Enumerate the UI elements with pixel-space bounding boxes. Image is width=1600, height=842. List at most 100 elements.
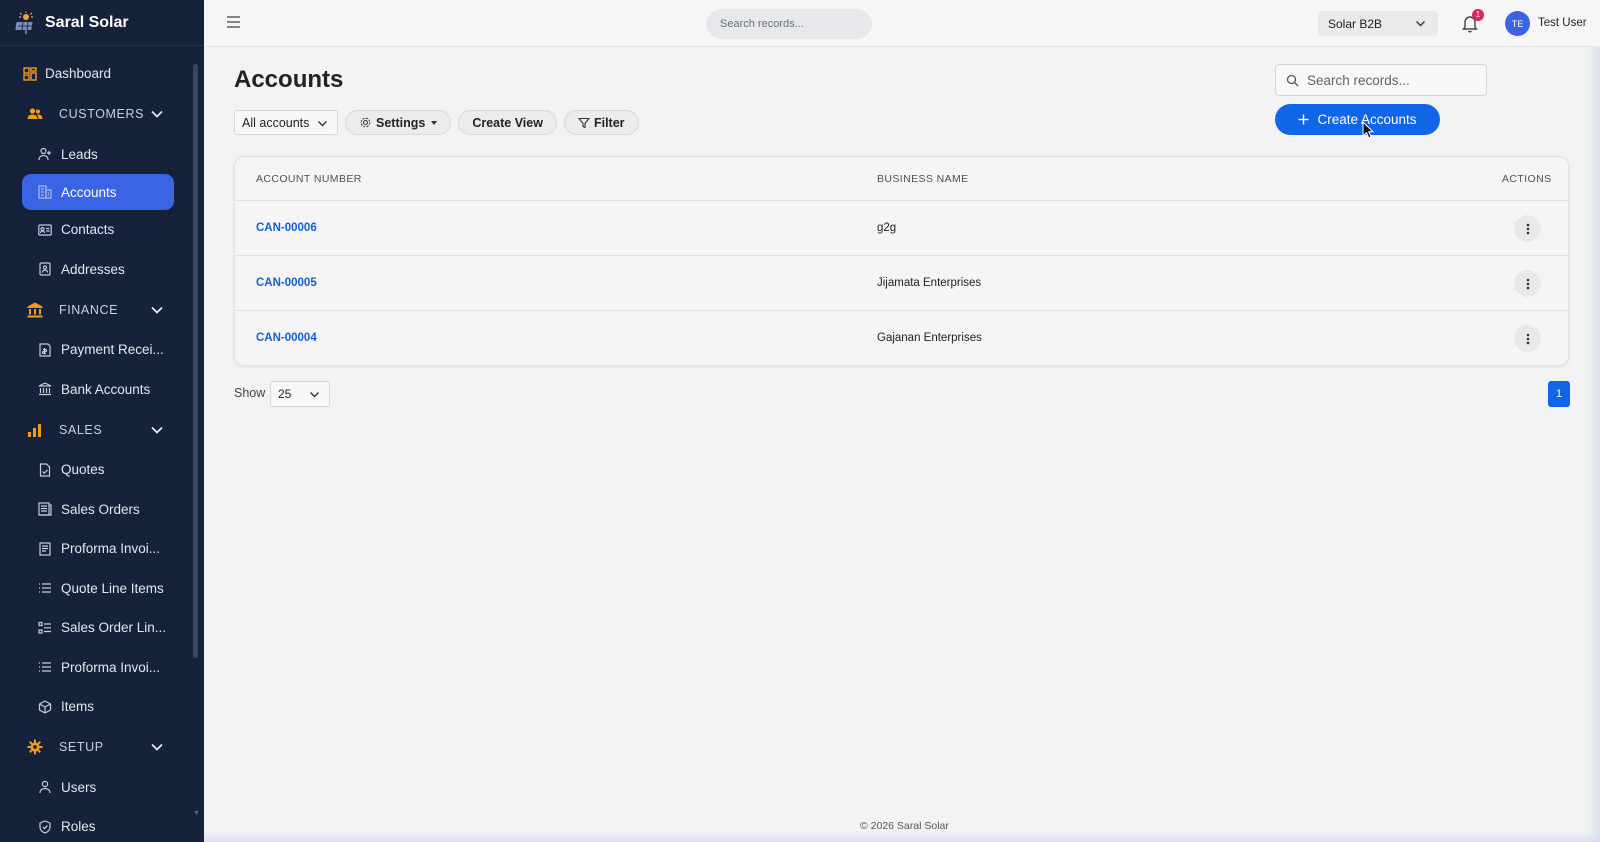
create-view-button[interactable]: Create View (458, 110, 557, 135)
more-vertical-icon (1526, 223, 1529, 234)
address-book-icon (39, 262, 51, 276)
brand-name: Saral Solar (45, 13, 129, 31)
section-label: SETUP (59, 740, 104, 754)
sidebar-item-label: Proforma Invoi... (61, 659, 161, 675)
sidebar-item-sales-order-lines[interactable]: Sales Order Lin... (0, 608, 196, 648)
sidebar-item-label: Accounts (61, 184, 117, 200)
page-size-select[interactable]: 25 (270, 381, 330, 407)
sidebar-item-addresses[interactable]: Addresses (0, 250, 196, 290)
tenant-value: Solar B2B (1328, 16, 1383, 31)
users-icon (27, 108, 43, 119)
top-bar: Search records... Solar B2B 1 TE Test Us… (204, 0, 1600, 47)
table-row[interactable]: CAN-00005 Jijamata Enterprises (235, 256, 1568, 311)
row-actions-button[interactable] (1514, 215, 1541, 242)
cube-icon (38, 700, 52, 714)
filter-button[interactable]: Filter (563, 110, 639, 135)
gear-icon (360, 117, 371, 128)
sidebar-item-label: Addresses (61, 261, 125, 277)
account-number-link[interactable]: CAN-00005 (256, 277, 317, 289)
chevron-down-icon (318, 121, 327, 127)
brand[interactable]: Saral Solar (0, 0, 204, 46)
bank-outline-icon (38, 382, 52, 396)
sidebar-item-payment-receipts[interactable]: Payment Recei... (0, 330, 196, 370)
column-header-account-number[interactable]: ACCOUNT NUMBER (256, 173, 362, 185)
orders-icon (38, 502, 52, 516)
sidebar-item-label: Users (61, 779, 97, 795)
menu-icon[interactable] (226, 15, 241, 29)
account-number-link[interactable]: CAN-00004 (256, 332, 317, 344)
view-select[interactable]: All accounts (234, 110, 338, 135)
search-input[interactable]: Search records... (1275, 64, 1487, 96)
username[interactable]: Test User (1538, 17, 1587, 29)
section-finance[interactable]: FINANCE (0, 289, 196, 330)
sidebar-item-dashboard[interactable]: Dashboard (0, 54, 196, 94)
list-icon (39, 662, 51, 672)
plus-icon (1298, 114, 1309, 125)
chevron-down-icon (310, 392, 319, 398)
scroll-down-icon[interactable]: ▼ (193, 810, 200, 817)
sidebar-item-bank-accounts[interactable]: Bank Accounts (0, 370, 196, 410)
chevron-down-icon (1416, 21, 1425, 27)
tenant-select[interactable]: Solar B2B (1318, 11, 1438, 36)
table-header: ACCOUNT NUMBER BUSINESS NAME ACTIONS (235, 157, 1568, 201)
table-row[interactable]: CAN-00004 Gajanan Enterprises (235, 311, 1568, 365)
global-search-input[interactable]: Search records... (706, 9, 872, 39)
caret-down-icon (431, 120, 438, 125)
building-icon (38, 185, 52, 199)
search-placeholder: Search records... (1307, 72, 1410, 88)
section-setup[interactable]: SETUP (0, 727, 196, 768)
business-name-cell: g2g (877, 222, 897, 234)
settings-button[interactable]: Settings (345, 110, 452, 135)
bank-icon (27, 302, 43, 317)
bar-chart-icon (28, 423, 41, 437)
row-actions-button[interactable] (1514, 270, 1541, 297)
sidebar-item-proforma-invoice-lines[interactable]: Proforma Invoi... (0, 648, 196, 688)
notification-badge: 1 (1472, 9, 1484, 21)
settings-label: Settings (376, 115, 426, 130)
list-icon (39, 583, 51, 593)
account-number-link[interactable]: CAN-00006 (256, 222, 317, 234)
dashboard-icon (23, 67, 37, 81)
sidebar-item-accounts[interactable]: Accounts (22, 174, 174, 210)
column-header-business-name[interactable]: BUSINESS NAME (877, 173, 969, 185)
footer-copyright: © 2026 Saral Solar (860, 820, 949, 832)
sidebar-item-contacts[interactable]: Contacts (0, 210, 196, 250)
page-title: Accounts (234, 66, 344, 93)
sidebar-item-sales-orders[interactable]: Sales Orders (0, 490, 196, 530)
business-name-cell: Jijamata Enterprises (877, 277, 982, 289)
shield-icon (39, 820, 51, 834)
accounts-table: ACCOUNT NUMBER BUSINESS NAME ACTIONS CAN… (234, 156, 1569, 366)
sidebar-item-quote-line-items[interactable]: Quote Line Items (0, 569, 196, 609)
sidebar-item-roles[interactable]: Roles (0, 807, 196, 842)
pagination-page-button[interactable]: 1 (1548, 381, 1570, 407)
avatar[interactable]: TE (1505, 11, 1530, 36)
sidebar-item-leads[interactable]: Leads (0, 135, 196, 175)
sidebar-item-quotes[interactable]: Quotes (0, 450, 196, 490)
app-window: Saral Solar Dashboard CUSTOMERS Leads Ac… (0, 0, 1600, 842)
section-customers[interactable]: CUSTOMERS (0, 94, 196, 135)
section-label: FINANCE (59, 302, 119, 317)
page-size-value: 25 (278, 387, 292, 401)
section-sales[interactable]: SALES (0, 409, 196, 450)
invoice-icon (39, 542, 51, 556)
receipt-icon (39, 343, 51, 357)
sidebar-item-label: Quotes (61, 462, 105, 478)
sidebar-item-users[interactable]: Users (0, 768, 196, 808)
column-header-actions: ACTIONS (1502, 173, 1552, 185)
view-select-value: All accounts (242, 115, 310, 130)
table-row[interactable]: CAN-00006 g2g (235, 201, 1568, 256)
mouse-cursor-icon (1362, 121, 1375, 139)
sidebar-item-proforma-invoices[interactable]: Proforma Invoi... (0, 529, 196, 569)
sidebar-item-label: Sales Orders (61, 501, 140, 517)
row-actions-button[interactable] (1514, 325, 1541, 352)
sidebar-scrollbar[interactable] (193, 64, 198, 658)
sidebar-item-label: Roles (61, 819, 96, 835)
chevron-down-icon (151, 743, 163, 751)
chevron-down-icon (151, 426, 163, 434)
person-add-icon (38, 148, 51, 161)
chevron-down-icon (151, 306, 163, 314)
chevron-down-icon (151, 110, 163, 118)
business-name-cell: Gajanan Enterprises (877, 332, 982, 344)
create-accounts-button[interactable]: Create Accounts (1275, 104, 1440, 135)
sidebar-item-items[interactable]: Items (0, 687, 196, 727)
